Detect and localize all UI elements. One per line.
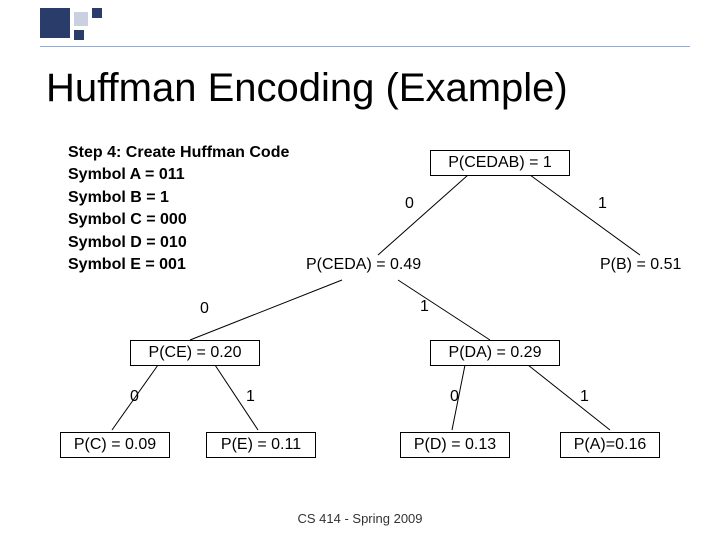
decorative-squares: [40, 8, 110, 44]
step-line-e: Symbol E = 001: [68, 254, 289, 276]
edge-root-left: 0: [405, 195, 414, 213]
step-line-b: Symbol B = 1: [68, 187, 289, 209]
edge-root-right: 1: [598, 195, 607, 213]
edge-da-right: 1: [580, 388, 589, 406]
node-a: P(A)=0.16: [560, 432, 660, 458]
node-da: P(DA) = 0.29: [430, 340, 560, 366]
edge-ce-left: 0: [130, 388, 139, 406]
footer: CS 414 - Spring 2009: [0, 511, 720, 526]
slide: Huffman Encoding (Example) Step 4: Creat…: [0, 0, 720, 540]
node-ceda: P(CEDA) = 0.49: [306, 256, 421, 274]
step-text: Step 4: Create Huffman Code Symbol A = 0…: [68, 142, 289, 276]
step-line-a: Symbol A = 011: [68, 164, 289, 186]
node-e: P(E) = 0.11: [206, 432, 316, 458]
edge-ceda-right: 1: [420, 298, 429, 316]
page-title: Huffman Encoding (Example): [46, 66, 568, 111]
node-b: P(B) = 0.51: [600, 256, 681, 274]
node-ce: P(CE) = 0.20: [130, 340, 260, 366]
node-c: P(C) = 0.09: [60, 432, 170, 458]
step-line-c: Symbol C = 000: [68, 209, 289, 231]
edge-ceda-left: 0: [200, 300, 209, 318]
node-root: P(CEDAB) = 1: [430, 150, 570, 176]
edge-da-left: 0: [450, 388, 459, 406]
node-d: P(D) = 0.13: [400, 432, 510, 458]
step-line-d: Symbol D = 010: [68, 232, 289, 254]
edge-ce-right: 1: [246, 388, 255, 406]
divider: [40, 46, 690, 47]
step-heading: Step 4: Create Huffman Code: [68, 142, 289, 164]
